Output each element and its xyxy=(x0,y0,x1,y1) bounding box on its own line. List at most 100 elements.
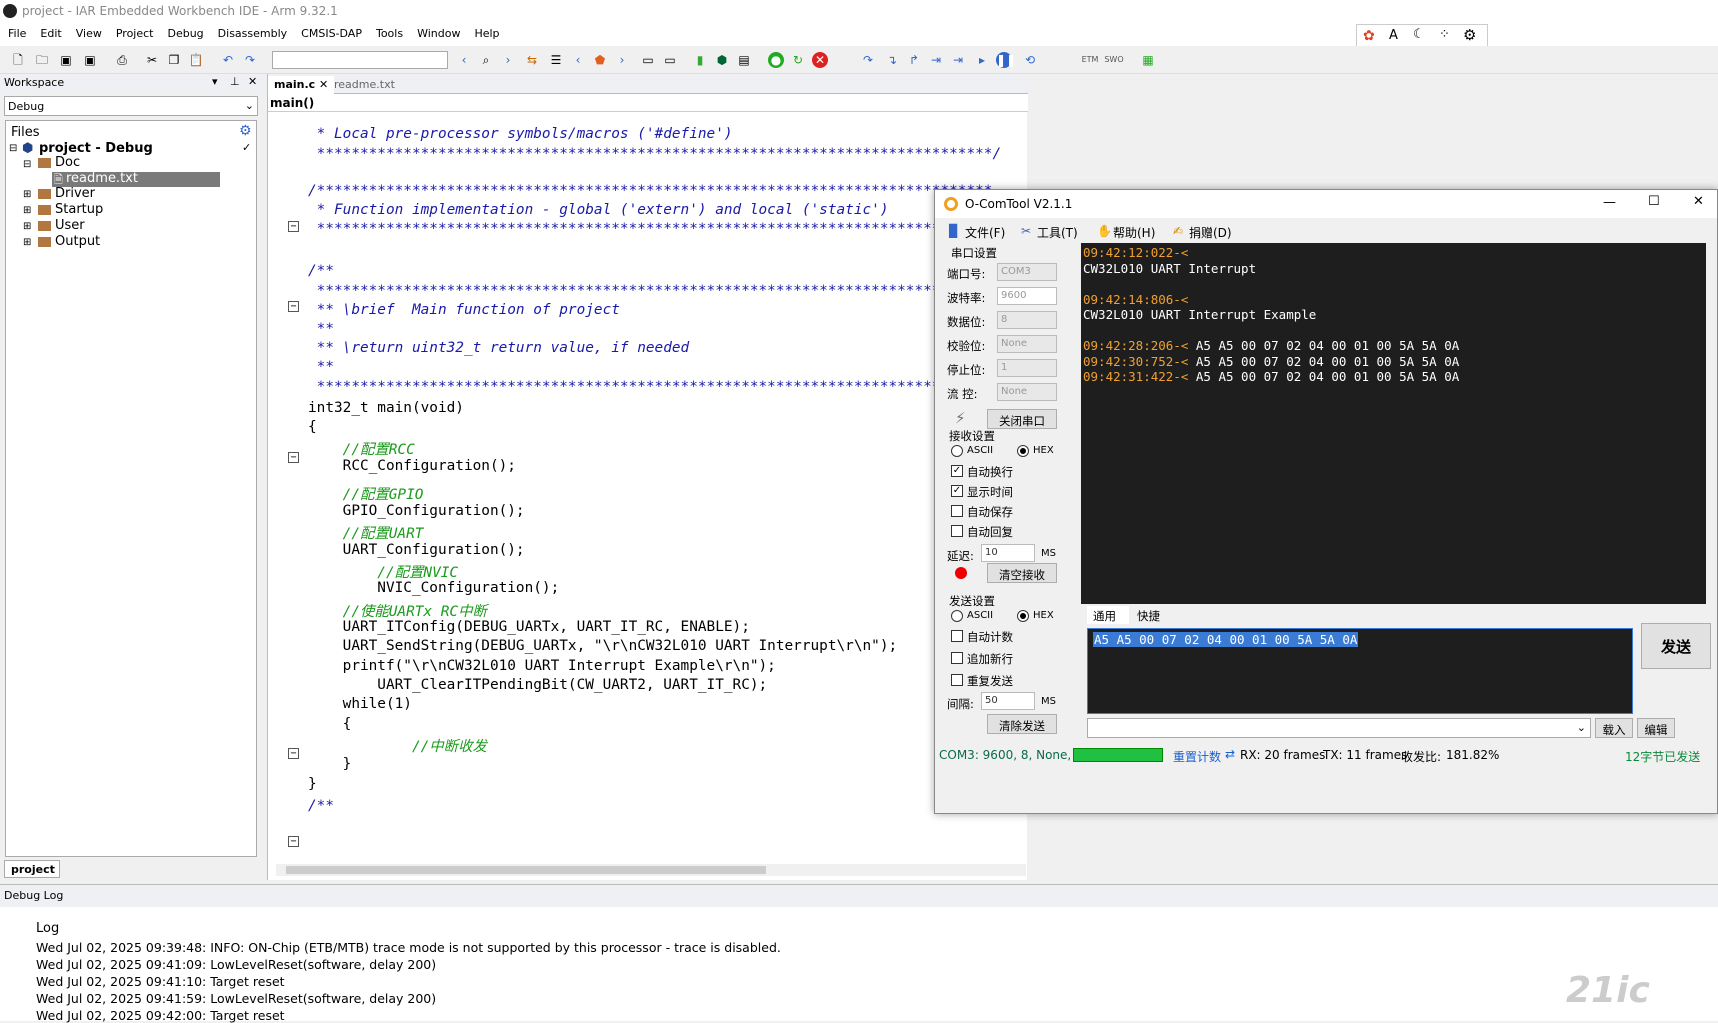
code-line[interactable]: ** xyxy=(308,321,334,337)
tree-expand-icon[interactable]: ⊟ xyxy=(9,143,17,154)
code-line[interactable]: ****************************************… xyxy=(308,146,1001,162)
close-icon[interactable]: ✕ xyxy=(1693,194,1704,209)
comtool-menu-donate[interactable]: 捐赠(D) xyxy=(1189,224,1232,241)
code-line[interactable]: ****************************************… xyxy=(308,379,993,395)
code-line[interactable]: //配置UART xyxy=(308,522,424,543)
repeat-checkbox[interactable] xyxy=(951,674,963,686)
tree-project[interactable]: project - Debug xyxy=(39,141,153,156)
step-out-icon[interactable]: ↱ xyxy=(906,52,922,68)
function-dropdown[interactable]: main() xyxy=(268,94,1028,112)
menu-file[interactable]: File xyxy=(0,24,32,40)
menu-window[interactable]: Window xyxy=(409,24,466,40)
code-line[interactable]: * Local pre-processor symbols/macros ('#… xyxy=(308,126,733,142)
next-statement-icon[interactable]: ⇥ xyxy=(928,52,944,68)
file-prev-icon[interactable]: ▭ xyxy=(640,52,656,68)
step-over-icon[interactable]: ↷ xyxy=(860,52,876,68)
code-line[interactable]: { xyxy=(308,716,352,732)
menu-disassembly[interactable]: Disassembly xyxy=(210,24,294,40)
tree-readme[interactable]: readme.txt xyxy=(66,171,138,186)
tree-expand-icon[interactable]: ⊞ xyxy=(23,189,31,200)
debug-without-download-icon[interactable]: ↻ xyxy=(790,52,806,68)
reset-count-link[interactable]: 重置计数 xyxy=(1173,748,1221,765)
tree-expand-icon[interactable]: ⊞ xyxy=(23,237,31,248)
menu-tools[interactable]: Tools xyxy=(368,24,409,40)
menu-view[interactable]: View xyxy=(68,24,108,40)
step-into-icon[interactable]: ↴ xyxy=(884,52,900,68)
interval-spinbox[interactable]: 50 xyxy=(981,692,1035,710)
menu-debug[interactable]: Debug xyxy=(159,24,209,40)
menu-edit[interactable]: Edit xyxy=(32,24,67,40)
stop-debug-icon[interactable]: ✕ xyxy=(812,52,828,68)
clear-send-button[interactable]: 清除发送 xyxy=(987,714,1057,734)
code-line[interactable]: ** \brief Main function of project xyxy=(308,302,620,318)
fold-toggle-icon[interactable]: − xyxy=(288,452,299,463)
fold-toggle-icon[interactable]: − xyxy=(288,301,299,312)
file-next-icon[interactable]: ▭ xyxy=(662,52,678,68)
tree-output[interactable]: Output xyxy=(55,234,100,249)
horizontal-scrollbar[interactable] xyxy=(276,864,1026,876)
code-line[interactable]: //使能UARTx RC中断 xyxy=(308,600,487,621)
comtool-menu-help[interactable]: 帮助(H) xyxy=(1113,224,1155,241)
code-line[interactable]: NVIC_Configuration(); xyxy=(308,580,559,596)
flow-select[interactable]: None xyxy=(997,383,1057,401)
code-line[interactable]: /** xyxy=(308,798,334,814)
tab-readme[interactable]: readme.txt xyxy=(328,76,401,94)
tree-expand-icon[interactable]: ⊞ xyxy=(23,205,31,216)
scrollbar-thumb[interactable] xyxy=(286,866,766,874)
code-line[interactable]: ****************************************… xyxy=(308,283,993,299)
config-select[interactable]: Debug ⌄ xyxy=(4,96,258,116)
send-input[interactable]: A5 A5 00 07 02 04 00 01 00 5A 5A 0A xyxy=(1087,628,1633,714)
code-line[interactable]: //配置NVIC xyxy=(308,561,458,582)
swo-label[interactable]: SWO xyxy=(1104,52,1124,68)
menu-help[interactable]: Help xyxy=(466,24,505,40)
save-icon[interactable]: ▣ xyxy=(58,52,74,68)
code-area[interactable]: * Local pre-processor symbols/macros ('#… xyxy=(268,112,1028,872)
autocount-checkbox[interactable] xyxy=(951,630,963,642)
compile-icon[interactable]: ▮ xyxy=(692,52,708,68)
paw-icon[interactable]: ✿ xyxy=(1363,28,1375,44)
newline-checkbox[interactable] xyxy=(951,652,963,664)
clear-recv-button[interactable]: 清空接收 xyxy=(987,563,1057,583)
code-line[interactable]: UART_ClearITPendingBit(CW_UART2, UART_IT… xyxy=(308,677,767,693)
code-line[interactable]: UART_Configuration(); xyxy=(308,542,525,558)
chevron-down-icon[interactable]: ▾ xyxy=(212,75,218,88)
comtool-menu-file[interactable]: 文件(F) xyxy=(965,224,1005,241)
close-port-button[interactable]: 关闭串口 xyxy=(987,409,1057,429)
code-line[interactable]: } xyxy=(308,776,317,792)
maximize-icon[interactable]: ☐ xyxy=(1648,194,1660,209)
code-line[interactable]: /***************************************… xyxy=(308,183,992,199)
code-line[interactable]: //配置GPIO xyxy=(308,483,424,504)
next-bookmark-icon[interactable]: › xyxy=(614,52,630,68)
forward-icon[interactable]: › xyxy=(500,52,516,68)
code-line[interactable]: UART_SendString(DEBUG_UARTx, "\r\nCW32L0… xyxy=(308,638,898,654)
autosave-checkbox[interactable] xyxy=(951,505,963,517)
recv-hex-radio[interactable] xyxy=(1017,445,1029,457)
fold-toggle-icon[interactable]: − xyxy=(288,836,299,847)
menu-project[interactable]: Project xyxy=(108,24,160,40)
tree-doc[interactable]: Doc xyxy=(55,155,80,170)
code-line[interactable]: printf("\r\nCW32L010 UART Interrupt Exam… xyxy=(308,658,776,674)
code-line[interactable]: //配置RCC xyxy=(308,438,415,459)
tree-expand-icon[interactable]: ⊟ xyxy=(23,159,31,170)
code-line[interactable]: //中断收发 xyxy=(308,735,487,756)
code-line[interactable]: ** \return uint32_t return value, if nee… xyxy=(308,340,690,356)
prev-bookmark-icon[interactable]: ‹ xyxy=(570,52,586,68)
moon-icon[interactable]: ☾ xyxy=(1413,27,1425,42)
settings-gear-icon[interactable]: ⚙ xyxy=(239,123,252,139)
send-button[interactable]: 发送 xyxy=(1641,623,1711,669)
code-line[interactable]: int32_t main(void) xyxy=(308,400,464,416)
autowrap-checkbox[interactable]: ✓ xyxy=(951,465,963,477)
find-icon[interactable]: ⌕ xyxy=(478,52,494,68)
code-line[interactable]: /** xyxy=(308,263,334,279)
send-ascii-radio[interactable] xyxy=(951,610,963,622)
cut-icon[interactable]: ✂ xyxy=(144,52,160,68)
code-line[interactable]: * Function implementation - global ('ext… xyxy=(308,202,889,218)
history-combo[interactable]: ⌄ xyxy=(1087,718,1591,738)
list-icon[interactable]: ☰ xyxy=(548,52,564,68)
fold-toggle-icon[interactable]: − xyxy=(288,221,299,232)
databits-select[interactable]: 8 xyxy=(997,311,1057,329)
receive-area[interactable]: 09:42:12:022-< CW32L010 UART Interrupt 09:… xyxy=(1081,243,1706,604)
edit-button[interactable]: 编辑 xyxy=(1637,718,1675,738)
close-icon[interactable]: ✕ xyxy=(319,78,328,91)
breakpoint-shield-icon[interactable]: ⬟ xyxy=(592,52,608,68)
